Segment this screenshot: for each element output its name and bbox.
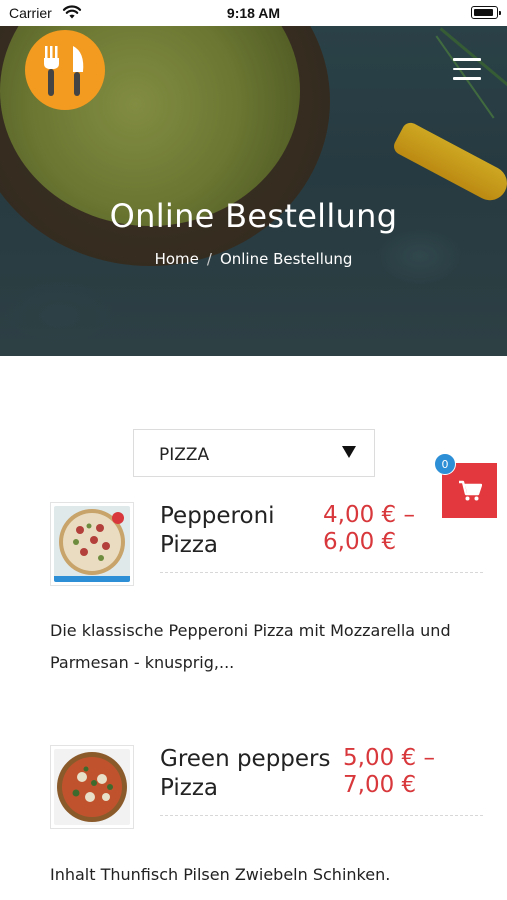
product-image-pepperoni[interactable] [50, 502, 134, 586]
category-dropdown[interactable]: PIZZA [133, 429, 375, 477]
product-description-line: Inhalt Thunfisch Pilsen Zwiebeln Schinke… [50, 865, 391, 884]
fork-knife-icon [44, 46, 84, 96]
product-divider [160, 815, 483, 816]
shopping-cart-icon [458, 480, 482, 500]
product-name-line: Pepperoni [160, 503, 275, 529]
product-description-line: Die klassische Pepperoni Pizza mit Mozza… [50, 621, 451, 640]
pizza-image [54, 506, 130, 582]
status-bar: Carrier 9:18 AM [0, 0, 507, 26]
cart-count-badge: 0 [434, 453, 456, 475]
product-image-green-peppers[interactable] [50, 745, 134, 829]
product-name-line: Pizza [160, 532, 218, 558]
product-price-line: 5,00 € – [343, 745, 435, 771]
product-price-line: 6,00 € [323, 529, 397, 555]
page-title: Online Bestellung [109, 197, 398, 235]
product-description-line: Allergene: Enthält glutenhaltige/n Getre… [50, 891, 470, 900]
restaurant-logo[interactable] [25, 30, 105, 110]
breadcrumb-home-link[interactable]: Home [155, 250, 199, 268]
product-name-line: Pizza [160, 775, 218, 801]
product-name[interactable]: Pepperoni Pizza [160, 502, 275, 560]
product-price-line: 7,00 € [343, 772, 417, 798]
product-description: Inhalt Thunfisch Pilsen Zwiebeln Schinke… [50, 859, 470, 900]
cart-button[interactable]: 0 [434, 453, 497, 518]
product-price: 5,00 € – 7,00 € [343, 745, 435, 799]
breadcrumb-current: Online Bestellung [219, 250, 353, 268]
clock: 9:18 AM [226, 5, 281, 21]
product-price-line: 4,00 € – [323, 502, 415, 528]
breadcrumb-separator: / [206, 250, 212, 268]
product-description-line: Parmesan - knusprig,... [50, 653, 235, 672]
battery-icon [471, 6, 501, 19]
product-description: Die klassische Pepperoni Pizza mit Mozza… [50, 615, 470, 679]
hamburger-menu-icon[interactable] [453, 58, 481, 80]
product-name[interactable]: Green peppers Pizza [160, 745, 331, 803]
category-selected-value: PIZZA [159, 445, 210, 465]
pizza-image [54, 749, 130, 825]
caret-down-icon [342, 446, 356, 458]
product-divider [160, 572, 483, 573]
product-name-line: Green peppers [160, 746, 331, 772]
product-price: 4,00 € – 6,00 € [323, 502, 415, 556]
breadcrumb: Home / Online Bestellung [0, 250, 507, 268]
